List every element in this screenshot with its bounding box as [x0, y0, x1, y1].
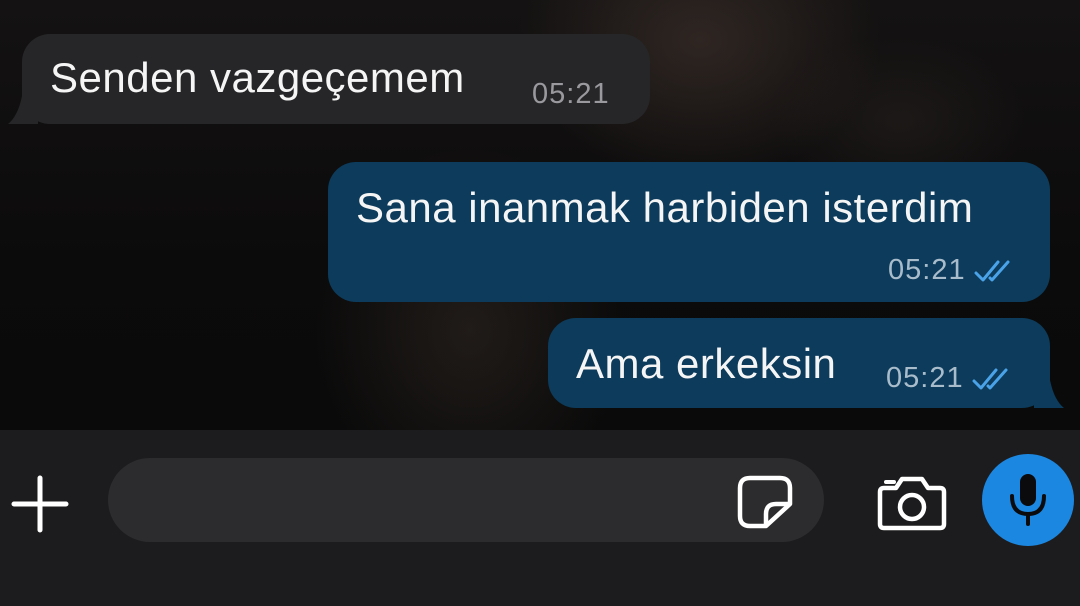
- message-time: 05:21: [532, 78, 610, 110]
- message-outgoing[interactable]: Sana inanmak harbiden isterdim 05:21: [328, 162, 1050, 302]
- plus-icon: [11, 475, 69, 533]
- composer-bar: [0, 430, 1080, 606]
- bubble-tail: [8, 96, 38, 124]
- message-time: 05:21: [886, 362, 964, 394]
- message-list[interactable]: Senden vazgeçemem 05:21 Sana inanmak har…: [0, 0, 1080, 430]
- message-text: Senden vazgeçemem: [50, 54, 465, 101]
- message-incoming[interactable]: Senden vazgeçemem 05:21: [8, 34, 650, 124]
- message-input[interactable]: [108, 458, 824, 542]
- microphone-icon: [1010, 474, 1046, 526]
- sticker-button[interactable]: [736, 474, 794, 530]
- voice-record-button[interactable]: [982, 454, 1074, 546]
- sticker-icon: [737, 475, 793, 529]
- message-outgoing[interactable]: Ama erkeksin 05:21: [548, 318, 1064, 408]
- bubble-tail: [1034, 380, 1064, 408]
- message-meta: 05:21: [532, 78, 610, 111]
- attach-button[interactable]: [8, 472, 72, 536]
- double-check-icon: [974, 260, 1010, 281]
- message-text: Ama erkeksin: [576, 340, 837, 387]
- double-check-icon: [972, 368, 1008, 389]
- message-meta: 05:21: [886, 362, 1012, 395]
- message-time: 05:21: [888, 254, 966, 286]
- camera-icon: [877, 476, 947, 531]
- message-text: Sana inanmak harbiden isterdim: [356, 184, 974, 231]
- camera-button[interactable]: [876, 474, 948, 532]
- message-meta: 05:21: [888, 254, 1014, 287]
